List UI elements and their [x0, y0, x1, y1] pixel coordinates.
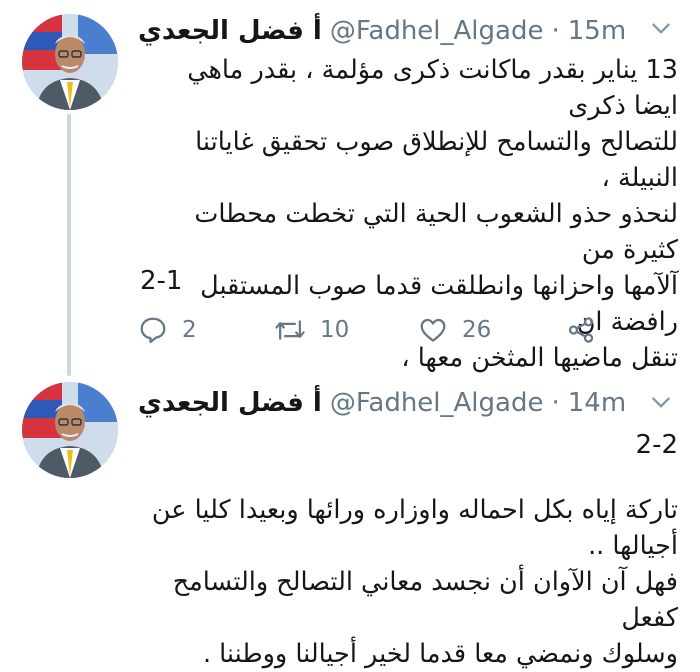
share-icon — [568, 317, 594, 343]
retweet-button[interactable]: 10 — [274, 315, 418, 345]
avatar-image — [22, 382, 118, 478]
avatar[interactable] — [22, 14, 118, 110]
share-button[interactable] — [566, 315, 596, 345]
caret-down-icon[interactable] — [648, 16, 674, 42]
tweet-1[interactable]: أ فضل الجعدي @Fadhel_Algade · 15m 13 ينا… — [0, 0, 700, 376]
author-handle[interactable]: @Fadhel_Algade — [330, 16, 544, 46]
tweet-actions: 2 10 26 — [138, 312, 618, 348]
caret-down-icon[interactable] — [648, 390, 674, 416]
reply-button[interactable]: 2 — [138, 315, 274, 345]
thread-part-label: 2-1 — [140, 266, 183, 296]
author-name[interactable]: أ فضل الجعدي — [138, 388, 322, 418]
avatar-image — [22, 14, 118, 110]
tweet-header: أ فضل الجعدي @Fadhel_Algade · 15m — [138, 14, 630, 48]
reply-count: 2 — [182, 317, 197, 343]
author-handle[interactable]: @Fadhel_Algade — [330, 388, 544, 418]
reply-icon — [140, 317, 166, 343]
timestamp[interactable]: 14m — [568, 388, 626, 418]
avatar[interactable] — [22, 382, 118, 478]
tweet-2[interactable]: أ فضل الجعدي @Fadhel_Algade · 14m 2-2 تا… — [0, 376, 700, 669]
tweet-header: أ فضل الجعدي @Fadhel_Algade · 14m — [138, 386, 630, 420]
retweet-icon — [275, 320, 305, 340]
retweet-count: 10 — [320, 317, 350, 343]
separator-dot: · — [551, 388, 560, 418]
like-count: 26 — [462, 317, 492, 343]
like-icon — [420, 318, 446, 342]
author-name[interactable]: أ فضل الجعدي — [138, 16, 322, 46]
tweet-text: تاركة إياه بكل احماله واوزاره ورائها وبع… — [151, 495, 678, 669]
like-button[interactable]: 26 — [418, 315, 566, 345]
timestamp[interactable]: 15m — [568, 16, 626, 46]
thread-part-label: 2-2 — [635, 430, 678, 460]
separator-dot: · — [551, 16, 560, 46]
